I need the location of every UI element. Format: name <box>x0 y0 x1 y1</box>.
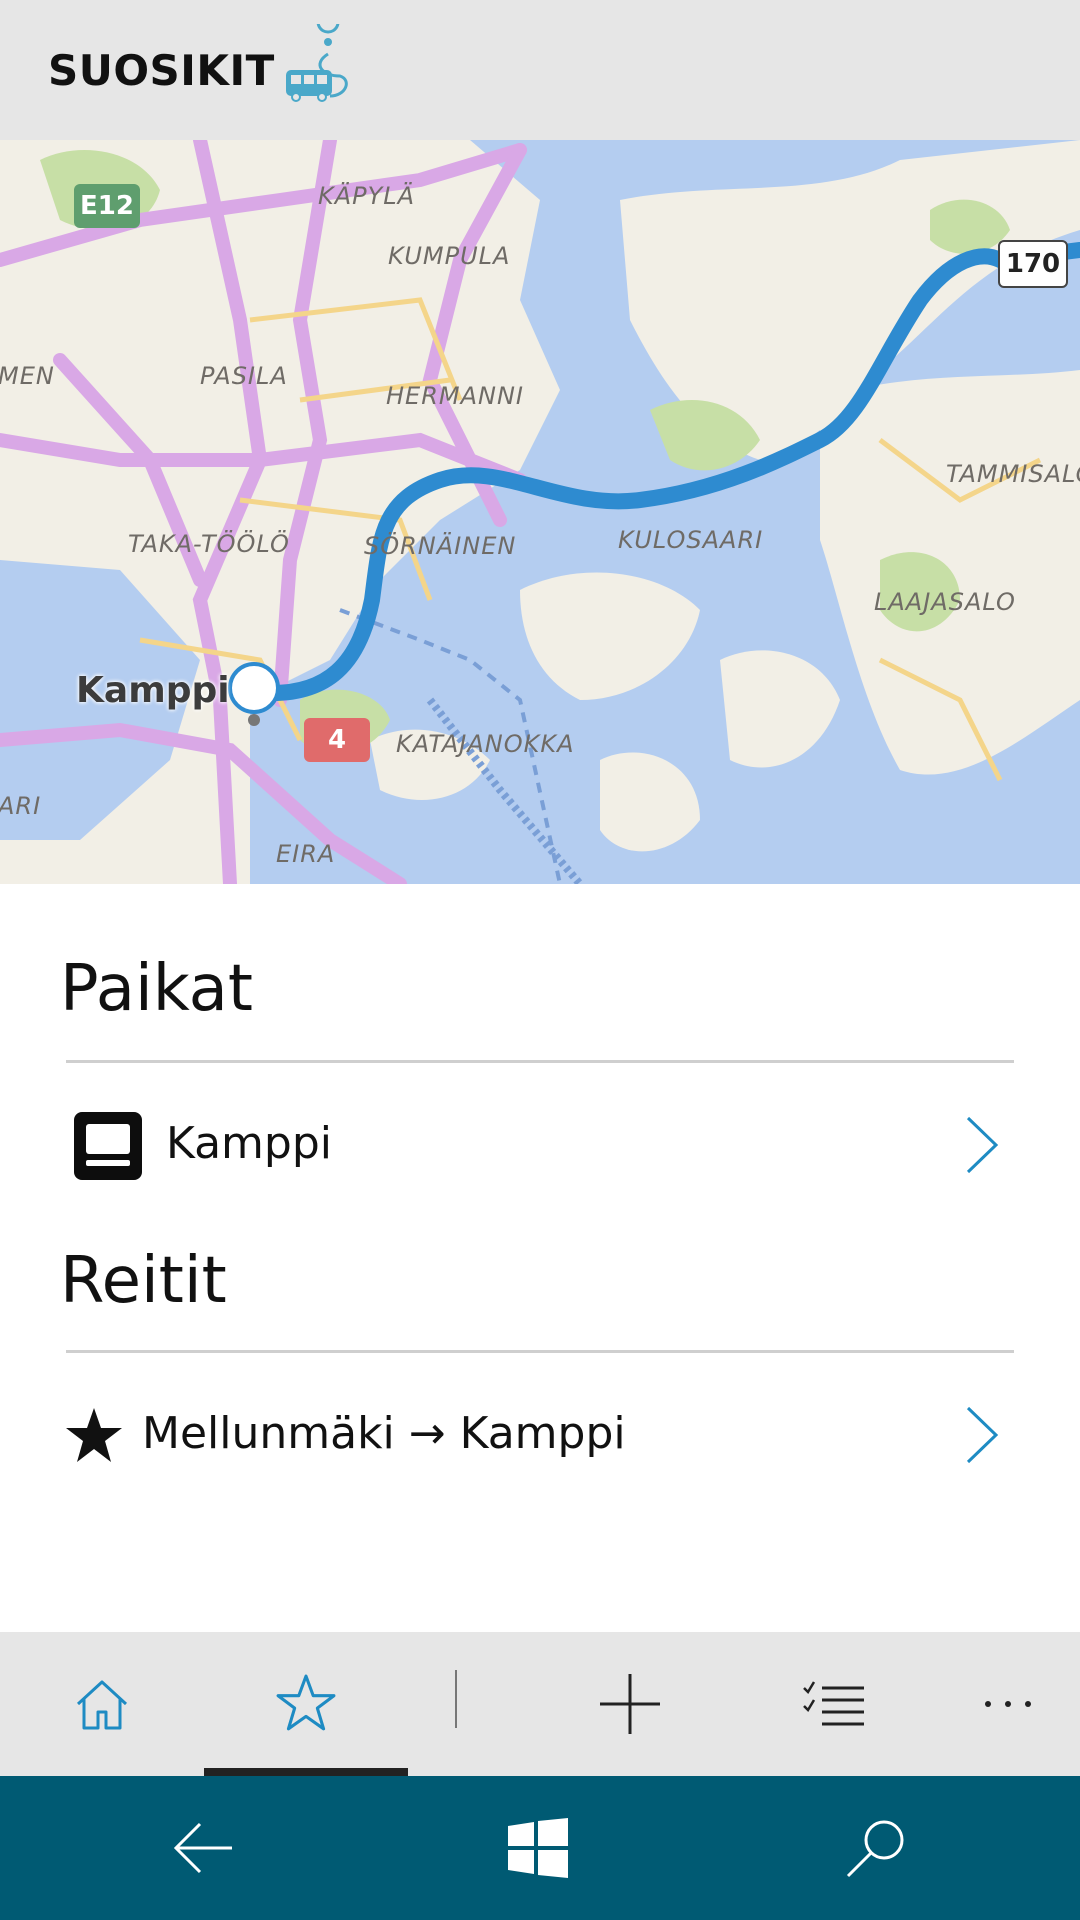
metro-icon <box>74 1112 142 1180</box>
map-label-men: MEN <box>0 362 55 390</box>
back-arrow-icon <box>173 1822 232 1874</box>
map-label-pasila: PASILA <box>200 362 288 390</box>
app-bar <box>0 1632 1080 1776</box>
map-label-ari: ARI <box>0 792 42 820</box>
back-button[interactable] <box>134 1776 274 1920</box>
search-icon <box>846 1820 904 1878</box>
route-row-mellunmaki-kamppi[interactable]: Mellunmäki → Kamppi <box>60 1380 1020 1490</box>
home-icon <box>76 1680 128 1730</box>
places-section-title: Paikat <box>60 952 253 1026</box>
chevron-right-icon <box>966 1116 999 1174</box>
home-button[interactable] <box>42 1632 162 1776</box>
routes-divider <box>66 1350 1014 1353</box>
map-label-sornainen: SÖRNÄINEN <box>364 532 517 560</box>
checklist-icon <box>803 1681 864 1726</box>
star-icon <box>66 1408 122 1462</box>
route-label: Mellunmäki → Kamppi <box>142 1408 626 1459</box>
place-row-kamppi[interactable]: Kamppi <box>60 1090 1020 1200</box>
map-label-hermanni: HERMANNI <box>386 382 524 410</box>
more-icon <box>985 1701 1031 1707</box>
route-shield-4: 4 <box>304 718 370 762</box>
map-label-kapyla: KÄPYLÄ <box>318 182 416 210</box>
map-label-kumpula: KUMPULA <box>388 242 511 270</box>
app-bar-separator <box>455 1670 457 1728</box>
select-button[interactable] <box>774 1632 894 1776</box>
header-bar: SUOSIKIT <box>0 0 1080 140</box>
routes-section-title: Reitit <box>60 1244 227 1318</box>
system-nav-bar <box>0 1776 1080 1920</box>
map-label-eira: EIRA <box>276 840 336 868</box>
route-shield-e12: E12 <box>74 184 140 228</box>
place-label: Kamppi <box>166 1118 332 1169</box>
map-label-taka-toolo: TAKA-TÖÖLÖ <box>128 530 290 558</box>
chevron-right-icon <box>966 1406 999 1464</box>
favorites-button[interactable] <box>246 1632 366 1776</box>
add-button[interactable] <box>570 1632 690 1776</box>
windows-icon <box>508 1818 568 1878</box>
map-label-kulosaari: KULOSAARI <box>618 526 764 554</box>
page-title: SUOSIKIT <box>48 46 275 95</box>
map-view[interactable]: KÄPYLÄ KUMPULA PASILA HERMANNI TAMMISALO… <box>0 140 1080 884</box>
star-outline-icon <box>276 1674 336 1731</box>
add-icon <box>600 1674 660 1734</box>
map-label-laajasalo: LAAJASALO <box>874 588 1016 616</box>
map-label-kamppi: Kamppi <box>76 670 230 711</box>
more-button[interactable] <box>948 1632 1068 1776</box>
places-divider <box>66 1060 1014 1063</box>
map-canvas <box>0 140 1080 884</box>
map-label-katajanokka: KATAJANOKKA <box>396 730 575 758</box>
search-button[interactable] <box>806 1776 946 1920</box>
active-tab-indicator <box>204 1768 408 1776</box>
route-shield-170: 170 <box>998 240 1068 288</box>
map-label-tammisalo: TAMMISALO <box>946 460 1080 488</box>
bus-route-icon <box>282 10 354 104</box>
start-button[interactable] <box>468 1776 608 1920</box>
